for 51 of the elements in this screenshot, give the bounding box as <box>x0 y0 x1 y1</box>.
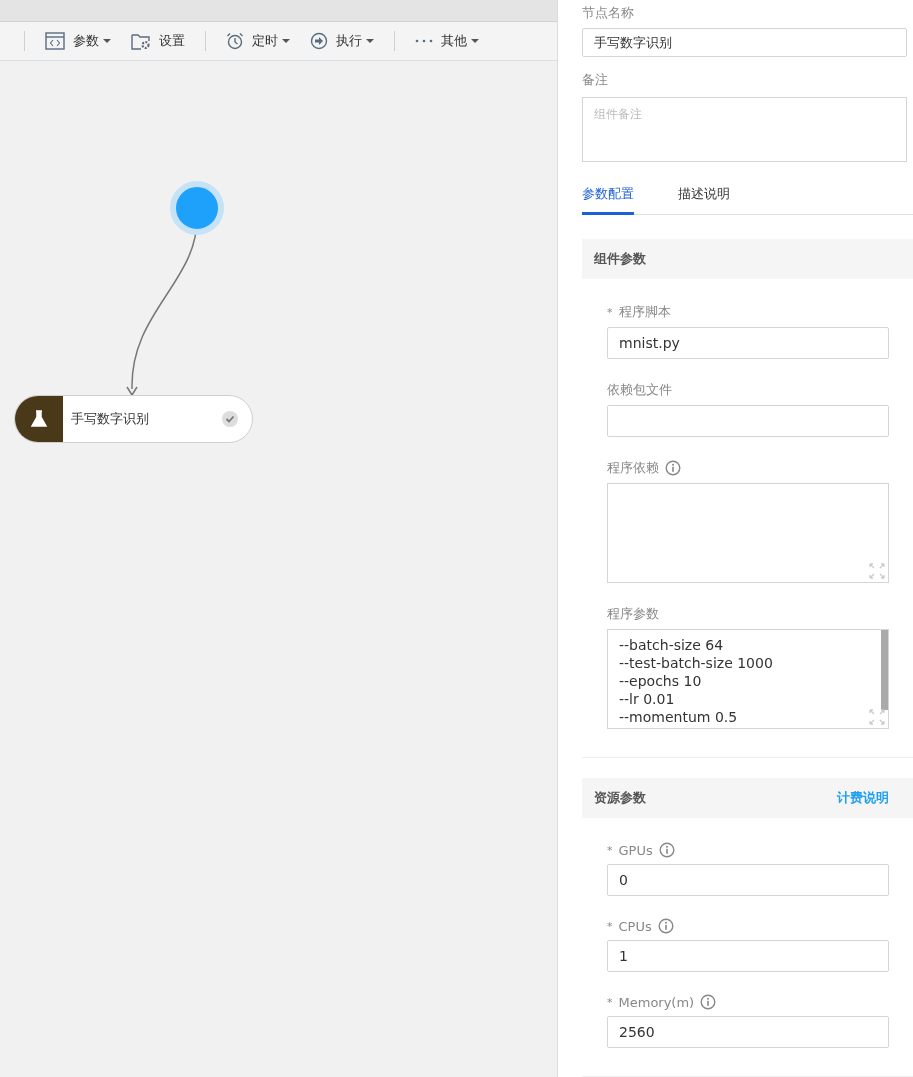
input-field[interactable]: 1 <box>607 940 889 972</box>
required-mark: * <box>607 843 613 857</box>
text-line: --batch-size 64 <box>619 636 725 654</box>
section-title: 资源参数 <box>594 789 646 807</box>
info-icon[interactable] <box>657 918 674 934</box>
field-label: 备注 <box>582 71 609 90</box>
tab[interactable]: 描述说明 <box>678 184 730 215</box>
settings-icon <box>131 32 151 50</box>
alarm-clock-icon <box>226 32 244 50</box>
text-area[interactable] <box>607 483 889 583</box>
toolbar-button[interactable]: 参数 <box>35 26 121 56</box>
required-mark: * <box>607 305 613 319</box>
scrollbar[interactable] <box>881 630 888 710</box>
text-line: --epochs 10 <box>619 672 703 690</box>
field-label: 程序参数 <box>607 605 659 623</box>
input-field[interactable]: 0 <box>607 864 889 896</box>
more-icon <box>415 38 433 44</box>
flask-icon <box>15 396 63 442</box>
toolbar-button[interactable]: 定时 <box>216 26 300 56</box>
text-line: --test-batch-size 1000 <box>619 654 774 672</box>
required-mark: * <box>607 919 613 933</box>
toolbar-button[interactable]: 其他 <box>405 26 489 56</box>
toolbar-button[interactable]: 设置 <box>121 26 195 56</box>
code-window-icon <box>45 32 65 50</box>
input-field[interactable]: mnist.py <box>607 327 889 359</box>
info-icon[interactable] <box>658 842 675 858</box>
tab[interactable]: 参数配置 <box>582 184 634 215</box>
node-name-field[interactable]: 手写数字识别 <box>582 28 907 58</box>
field-label: 节点名称 <box>582 4 635 22</box>
component-node[interactable]: 手写数字识别 <box>14 395 253 443</box>
expand-icon[interactable] <box>869 563 885 579</box>
field-label: GPUs <box>618 842 653 858</box>
toolbar-button[interactable]: 执行 <box>300 26 384 56</box>
required-mark: * <box>607 995 613 1009</box>
start-node[interactable] <box>170 181 224 235</box>
section-title: 组件参数 <box>594 250 646 268</box>
info-icon[interactable] <box>665 460 681 476</box>
node-label: 手写数字识别 <box>71 410 150 428</box>
field-label: CPUs <box>618 918 652 934</box>
input-field[interactable]: 2560 <box>607 1016 889 1048</box>
field-label: Memory(m) <box>618 994 695 1010</box>
expand-icon[interactable] <box>869 709 885 725</box>
run-icon <box>310 32 328 50</box>
text-line: --momentum 0.5 <box>619 708 739 726</box>
field-label: 程序依赖 <box>607 459 659 477</box>
text-line: --lr 0.01 <box>619 690 676 708</box>
field-label: 依赖包文件 <box>607 381 672 399</box>
info-icon[interactable] <box>700 994 717 1010</box>
field-label: 程序脚本 <box>618 303 671 321</box>
input-field[interactable] <box>607 405 889 437</box>
text-area[interactable]: --batch-size 64 --test-batch-size 1000 --epochs 10 --lr 0.01 --momentum 0.5 <box>607 629 889 729</box>
